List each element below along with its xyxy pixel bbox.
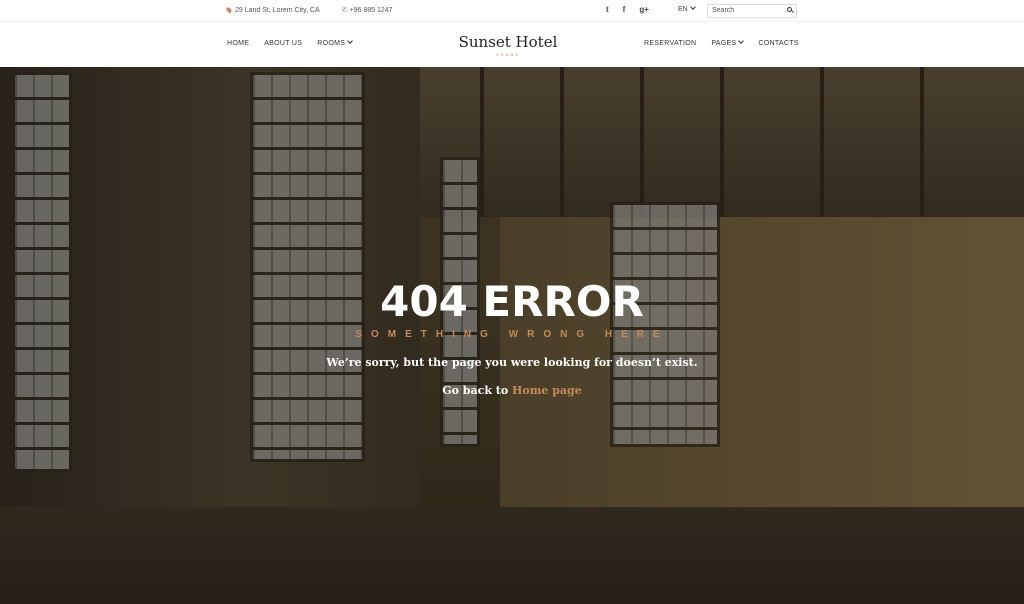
chevron-down-icon xyxy=(347,38,354,44)
chevron-down-icon xyxy=(689,4,696,10)
nav-item-about-us[interactable]: ABOUT US xyxy=(264,40,302,47)
search-placeholder: Search xyxy=(712,7,735,14)
phone-item: ✆ +96 885 1247 xyxy=(341,6,393,15)
search-input[interactable]: Search xyxy=(707,4,797,18)
nav-left: HOME ABOUT US ROOMS xyxy=(227,38,354,47)
contact-info: 29 Land St, Lorem City, CA ✆ +96 885 124… xyxy=(225,6,393,15)
googleplus-icon[interactable]: g+ xyxy=(639,5,649,14)
search-icon[interactable] xyxy=(787,7,792,12)
error-content: 404 ERROR SOMETHING WRONG HERE We’re sor… xyxy=(0,67,1024,604)
nav-item-contacts[interactable]: CONTACTS xyxy=(758,40,798,47)
logo-name: Sunset Hotel xyxy=(458,33,558,51)
nav-item-home[interactable]: HOME xyxy=(227,40,249,47)
twitter-icon[interactable]: t xyxy=(606,5,609,14)
error-subtitle: SOMETHING WRONG HERE xyxy=(355,329,669,340)
phone-icon: ✆ xyxy=(341,7,348,14)
go-back-text: Go back to Home page xyxy=(312,384,712,397)
nav-right: RESERVATION PAGES CONTACTS xyxy=(644,38,799,47)
facebook-icon[interactable]: f xyxy=(623,5,626,14)
top-bar: 29 Land St, Lorem City, CA ✆ +96 885 124… xyxy=(0,0,1024,22)
hero-background: 404 ERROR SOMETHING WRONG HERE We’re sor… xyxy=(0,67,1024,604)
error-message: We’re sorry, but the page you were looki… xyxy=(326,356,698,369)
site-logo[interactable]: Sunset Hotel GRAND xyxy=(430,33,586,57)
nav-item-rooms[interactable]: ROOMS xyxy=(317,38,354,47)
nav-item-pages[interactable]: PAGES xyxy=(711,38,745,47)
home-page-link[interactable]: Home page xyxy=(512,384,582,397)
error-title: 404 ERROR xyxy=(380,277,644,326)
nav-item-rooms-label: ROOMS xyxy=(317,40,346,47)
logo-tagline: GRAND xyxy=(495,52,521,57)
main-nav: HOME ABOUT US ROOMS Sunset Hotel GRAND R… xyxy=(0,22,1024,67)
address-text: 29 Land St, Lorem City, CA xyxy=(235,6,320,14)
language-selector[interactable]: EN xyxy=(678,4,696,13)
go-back-prefix: Go back to xyxy=(442,384,513,397)
map-pin-icon xyxy=(225,6,233,14)
nav-item-reservation[interactable]: RESERVATION xyxy=(644,40,696,47)
nav-item-pages-label: PAGES xyxy=(711,40,737,47)
address-item: 29 Land St, Lorem City, CA xyxy=(225,6,320,14)
social-links: t f g+ xyxy=(606,5,649,14)
language-label: EN xyxy=(678,6,688,13)
phone-text: +96 885 1247 xyxy=(349,6,393,14)
chevron-down-icon xyxy=(738,38,745,44)
